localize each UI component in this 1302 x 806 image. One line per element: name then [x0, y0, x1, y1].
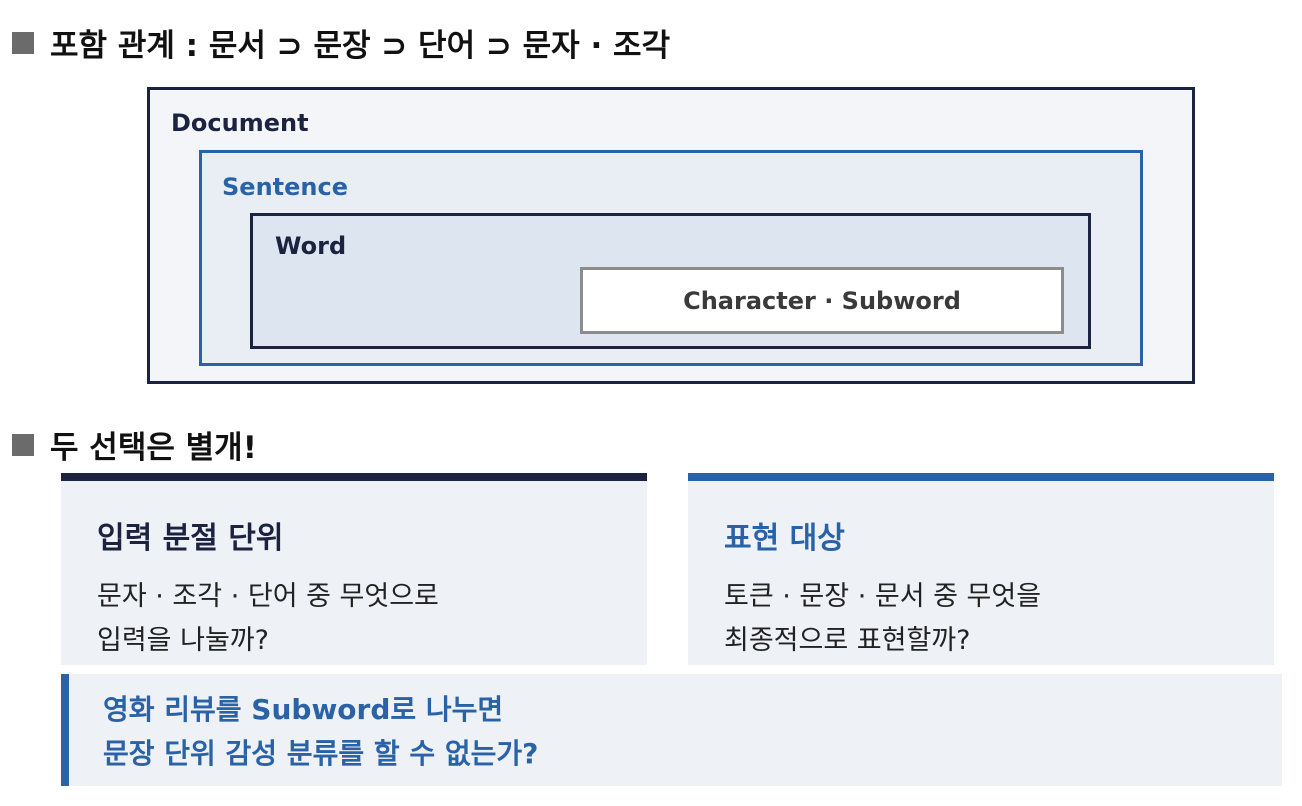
choices-heading-text: 두 선택은 별개! [50, 430, 257, 466]
square-bullet-icon [12, 31, 34, 54]
representation-target-card: 표현 대상 토큰 · 문장 · 문서 중 무엇을 최종적으로 표현할까? [688, 473, 1274, 665]
character-subword-label: Character · Subword [683, 286, 961, 315]
input-unit-line-2: 입력을 나눌까? [97, 625, 269, 656]
input-unit-card: 입력 분절 단위 문자 · 조각 · 단어 중 무엇으로 입력을 나눌까? [61, 473, 647, 665]
character-subword-box: Character · Subword [580, 267, 1064, 334]
input-unit-line-1: 문자 · 조각 · 단어 중 무엇으로 [97, 581, 439, 612]
representation-target-title: 표현 대상 [724, 521, 845, 556]
representation-target-line-2: 최종적으로 표현할까? [724, 625, 971, 656]
question-callout: 영화 리뷰를 Subword로 나누면 문장 단위 감성 분류를 할 수 없는가… [61, 674, 1282, 786]
question-line-2: 문장 단위 감성 분류를 할 수 없는가? [103, 737, 539, 770]
word-label: Word [275, 232, 347, 260]
hierarchy-heading-text: 포함 관계 : 문서 ⊃ 문장 ⊃ 단어 ⊃ 문자 · 조각 [50, 28, 671, 64]
input-unit-title: 입력 분절 단위 [97, 521, 284, 556]
square-bullet-icon [12, 433, 34, 456]
question-line-1: 영화 리뷰를 Subword로 나누면 [103, 693, 504, 726]
hierarchy-heading: 포함 관계 : 문서 ⊃ 문장 ⊃ 단어 ⊃ 문자 · 조각 [12, 20, 670, 65]
choices-heading: 두 선택은 별개! [12, 422, 257, 467]
representation-target-line-1: 토큰 · 문장 · 문서 중 무엇을 [724, 581, 1042, 612]
document-label: Document [171, 109, 309, 137]
sentence-label: Sentence [222, 173, 348, 201]
